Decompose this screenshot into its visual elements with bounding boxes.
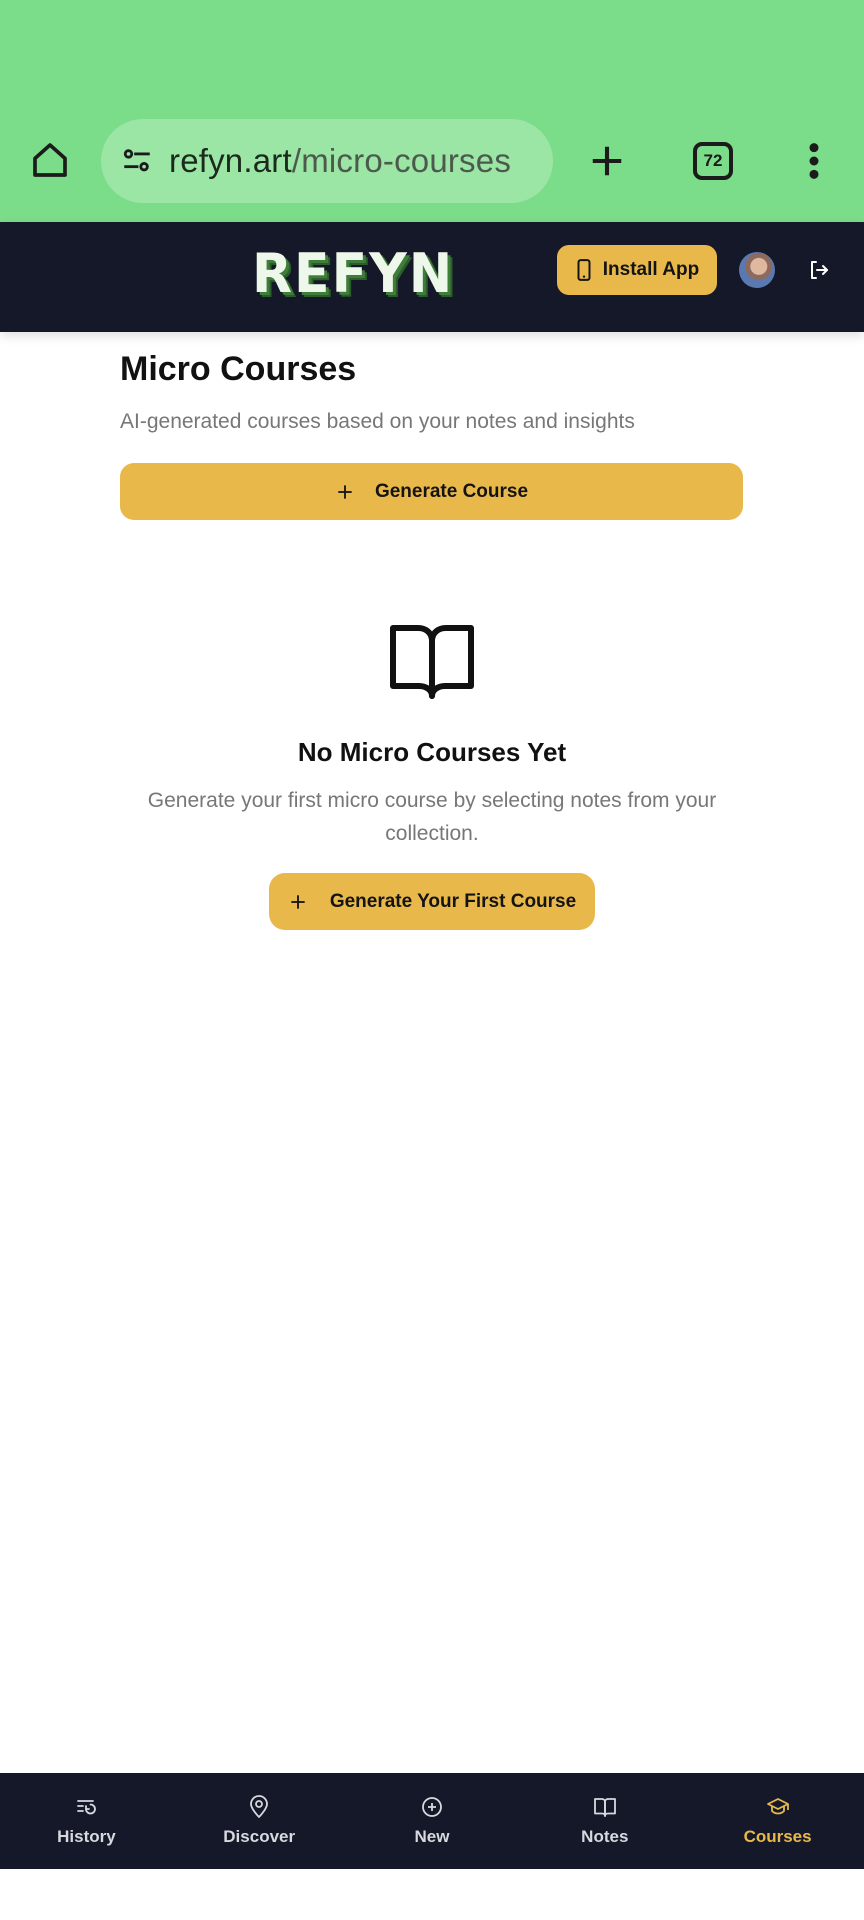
more-menu-icon[interactable] — [796, 136, 832, 186]
map-pin-icon — [250, 1795, 269, 1818]
generate-first-course-label: Generate Your First Course — [329, 890, 577, 912]
plus-icon — [291, 894, 305, 909]
graduation-cap-icon — [766, 1798, 789, 1815]
generate-first-course-button[interactable]: Generate Your First Course — [269, 873, 595, 930]
refyn-logo[interactable]: REFYN — [252, 243, 454, 306]
nav-label-notes: Notes — [581, 1827, 629, 1846]
new-tab-icon[interactable] — [582, 136, 632, 186]
url-text: refyn.art/micro-courses — [169, 142, 511, 180]
nav-item-notes[interactable]: Notes — [518, 1773, 691, 1869]
nav-label-discover: Discover — [223, 1827, 296, 1846]
history-icon — [77, 1800, 97, 1815]
page-title: Micro Courses — [120, 350, 357, 388]
logout-icon[interactable] — [805, 256, 833, 284]
plus-circle-icon — [422, 1797, 442, 1817]
nav-item-discover[interactable]: Discover — [173, 1773, 346, 1869]
app-header: REFYN Install App — [0, 222, 864, 332]
install-app-label: Install App — [602, 259, 700, 280]
generate-course-label: Generate Course — [374, 480, 529, 502]
nav-item-history[interactable]: History — [0, 1773, 173, 1869]
book-open-icon — [388, 622, 476, 702]
install-app-button[interactable]: Install App — [557, 245, 717, 295]
bottom-nav: History Discover New Notes Courses — [0, 1773, 864, 1869]
nav-label-new: New — [414, 1827, 450, 1846]
url-domain: refyn.art — [169, 142, 292, 179]
avatar[interactable] — [739, 252, 775, 288]
nav-item-courses[interactable]: Courses — [691, 1773, 864, 1869]
address-bar[interactable]: refyn.art/micro-courses — [101, 119, 553, 203]
book-icon — [593, 1798, 616, 1817]
phone-icon — [577, 259, 591, 281]
empty-state-title: No Micro Courses Yet — [297, 737, 567, 767]
browser-toolbar: refyn.art/micro-courses 72 — [0, 0, 864, 222]
page-subtitle: AI-generated courses based on your notes… — [120, 410, 635, 433]
generate-course-button[interactable]: Generate Course — [120, 463, 743, 520]
tab-switcher-button[interactable]: 72 — [693, 142, 733, 180]
empty-state-description: Generate your first micro course by sele… — [147, 789, 717, 845]
url-path: /micro-courses — [291, 142, 512, 179]
home-icon[interactable] — [26, 136, 74, 184]
nav-item-new[interactable]: New — [346, 1773, 519, 1869]
nav-label-history: History — [57, 1827, 116, 1846]
nav-label-courses: Courses — [743, 1827, 812, 1846]
site-settings-icon[interactable] — [117, 141, 157, 181]
plus-icon — [338, 484, 352, 499]
